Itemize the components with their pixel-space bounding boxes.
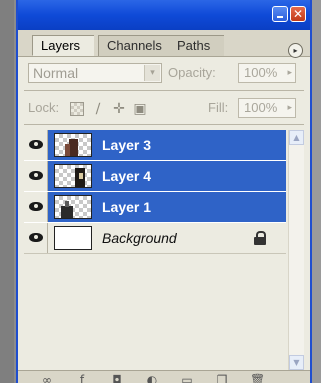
- layers-scrollbar[interactable]: ▲ ▼: [288, 130, 304, 370]
- lock-icon: [254, 231, 266, 245]
- fill-arrow-icon: ▸: [287, 103, 292, 113]
- lock-options-row: Lock: ∕ ✛ ▣ Fill: 100% ▸: [18, 95, 310, 121]
- divider: [24, 124, 304, 125]
- layer-style-icon[interactable]: ƒ: [75, 373, 89, 383]
- scroll-down-button[interactable]: ▼: [289, 355, 304, 370]
- layer-mask-icon[interactable]: ◘: [110, 373, 124, 383]
- layer-row-layer-4[interactable]: Layer 4: [24, 161, 286, 192]
- visibility-toggle[interactable]: [24, 223, 48, 253]
- panel-bottom-toolbar: ∞ ƒ ◘ ◐ ▭ ❐ 🗑: [18, 370, 310, 383]
- blend-options-row: Normal ▾ Opacity: 100% ▸: [18, 60, 310, 86]
- blend-mode-select[interactable]: Normal ▾: [28, 63, 162, 83]
- tab-channels-label: Channels: [107, 38, 162, 53]
- close-button[interactable]: ✕: [290, 6, 306, 22]
- thumbnail-figure: [65, 201, 69, 207]
- delete-layer-icon[interactable]: 🗑: [250, 373, 265, 383]
- tab-layers[interactable]: Layers: [32, 35, 95, 56]
- fill-field[interactable]: 100% ▸: [238, 98, 296, 118]
- link-layers-icon[interactable]: ∞: [40, 373, 54, 383]
- close-icon: ✕: [292, 7, 304, 21]
- opacity-field[interactable]: 100% ▸: [238, 63, 296, 83]
- layers-panel: ✕ Paths Channels Layers ▸ Normal ▾ Opaci…: [16, 0, 312, 383]
- new-layer-icon[interactable]: ❐: [215, 373, 229, 383]
- opacity-value: 100%: [244, 65, 278, 80]
- layer-thumbnail: [54, 133, 92, 157]
- visibility-toggle[interactable]: [24, 130, 48, 160]
- layer-row-layer-1[interactable]: Layer 1: [24, 192, 286, 223]
- minimize-button[interactable]: [272, 6, 288, 22]
- lock-label: Lock:: [28, 100, 60, 115]
- layer-thumbnail: [54, 195, 92, 219]
- layer-row-background[interactable]: Background: [24, 223, 286, 254]
- blend-mode-value: Normal: [33, 65, 79, 81]
- scroll-up-button[interactable]: ▲: [289, 130, 304, 145]
- panel-titlebar[interactable]: ✕: [18, 0, 310, 30]
- background-right-strip: [311, 0, 321, 383]
- minimize-icon: [277, 16, 283, 18]
- layer-thumbnail: [54, 164, 92, 188]
- visibility-toggle[interactable]: [24, 192, 48, 222]
- thumbnail-figure: [69, 139, 78, 156]
- bottom-icon-group: ∞ ƒ ◘ ◐ ▭ ❐ 🗑: [40, 373, 265, 383]
- screenshot-stage: ✕ Paths Channels Layers ▸ Normal ▾ Opaci…: [0, 0, 321, 383]
- layer-name: Layer 4: [102, 168, 152, 184]
- panel-tabstrip: Paths Channels Layers: [18, 30, 310, 57]
- layer-name: Layer 3: [102, 137, 152, 153]
- lock-icon-group: ∕ ✛ ▣: [70, 100, 147, 118]
- thumbnail-figure: [79, 173, 83, 179]
- layer-name: Background: [102, 230, 177, 246]
- eye-icon: [29, 140, 43, 149]
- thumbnail-figure: [65, 144, 70, 156]
- tab-layers-label: Layers: [41, 38, 81, 53]
- chevron-up-icon: ▲: [293, 133, 300, 142]
- divider: [24, 90, 304, 91]
- tab-channels[interactable]: Channels: [98, 35, 176, 56]
- chevron-down-icon: ▼: [293, 358, 300, 367]
- tab-paths[interactable]: Paths: [168, 35, 225, 56]
- opacity-label: Opacity:: [168, 65, 216, 80]
- thumbnail-figure: [61, 206, 73, 218]
- opacity-arrow-icon: ▸: [287, 68, 292, 78]
- eye-icon: [29, 171, 43, 180]
- fill-label: Fill:: [208, 100, 229, 115]
- lock-brush-icon[interactable]: ∕: [91, 102, 105, 116]
- lock-all-icon[interactable]: ▣: [133, 102, 147, 116]
- chevron-down-icon: ▾: [144, 65, 160, 81]
- lock-move-icon[interactable]: ✛: [112, 102, 126, 116]
- layer-name: Layer 1: [102, 199, 152, 215]
- new-group-icon[interactable]: ▭: [180, 373, 194, 383]
- adjustment-layer-icon[interactable]: ◐: [145, 373, 159, 383]
- layers-list: Layer 3 Layer 4 Layer 1 Background ▲ ▼: [24, 130, 304, 370]
- eye-icon: [29, 233, 43, 242]
- panel-menu-button[interactable]: ▸: [288, 43, 303, 58]
- lock-transparent-icon[interactable]: [70, 102, 84, 116]
- visibility-toggle[interactable]: [24, 161, 48, 191]
- layer-thumbnail: [54, 226, 92, 250]
- layer-row-layer-3[interactable]: Layer 3: [24, 130, 286, 161]
- tab-paths-label: Paths: [177, 38, 211, 53]
- background-left-strip: [0, 0, 14, 383]
- lock-body: [254, 237, 266, 245]
- eye-icon: [29, 202, 43, 211]
- fill-value: 100%: [244, 100, 278, 115]
- panel-menu-icon: ▸: [293, 46, 298, 55]
